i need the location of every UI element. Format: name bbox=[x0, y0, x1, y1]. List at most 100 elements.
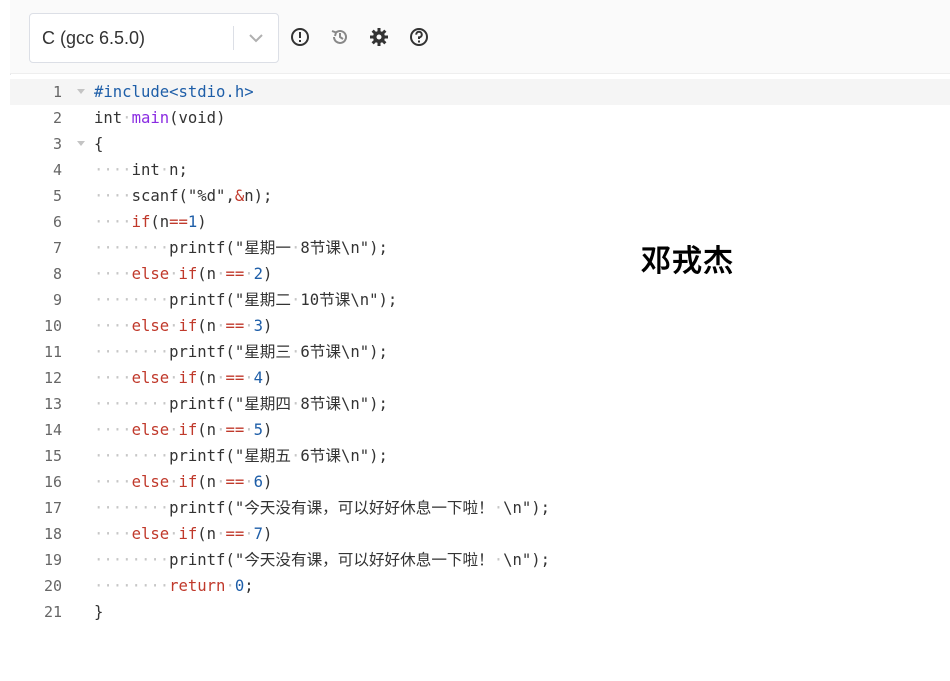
fold-slot bbox=[74, 183, 88, 209]
code-token: printf("星期三 bbox=[169, 343, 291, 361]
code-token: else bbox=[131, 525, 170, 543]
help-circle-icon[interactable] bbox=[408, 26, 430, 48]
code-token: · bbox=[159, 161, 170, 179]
code-token: ···· bbox=[94, 473, 132, 491]
code-token: n; bbox=[169, 161, 188, 179]
code-line[interactable]: ····else·if(n·==·6) bbox=[94, 469, 550, 495]
code-token: ; bbox=[244, 577, 254, 595]
line-number: 11 bbox=[43, 343, 62, 361]
code-token: (n bbox=[197, 473, 217, 491]
code-line[interactable]: #include<stdio.h> bbox=[94, 79, 550, 105]
code-line[interactable]: ········printf("星期一·8节课\n"); bbox=[94, 235, 550, 261]
fold-slot bbox=[74, 287, 88, 313]
code-token: · bbox=[169, 473, 179, 491]
code-line[interactable]: ····else·if(n·==·7) bbox=[94, 521, 550, 547]
code-line[interactable]: ········printf("星期五·6节课\n"); bbox=[94, 443, 550, 469]
line-number: 9 bbox=[52, 291, 62, 309]
code-token: · bbox=[291, 343, 301, 361]
history-icon[interactable] bbox=[329, 26, 351, 48]
fold-slot bbox=[74, 521, 88, 547]
line-number: 12 bbox=[43, 369, 62, 387]
code-token: (n bbox=[150, 213, 170, 231]
fold-arrow-icon[interactable] bbox=[74, 79, 88, 105]
code-line[interactable]: ····if(n==1) bbox=[94, 209, 550, 235]
code-token: ········ bbox=[94, 447, 170, 465]
chevron-down-icon[interactable] bbox=[234, 14, 278, 62]
code-token: == bbox=[169, 213, 188, 231]
code-token: else bbox=[131, 369, 170, 387]
fold-slot bbox=[74, 235, 88, 261]
code-token: if bbox=[178, 265, 198, 283]
code-line[interactable]: ····scanf("%d",&n); bbox=[94, 183, 550, 209]
line-number: 17 bbox=[43, 499, 62, 517]
code-line[interactable]: } bbox=[94, 599, 550, 625]
fold-slot bbox=[74, 391, 88, 417]
code-line[interactable]: ········return·0; bbox=[94, 573, 550, 599]
line-number: 10 bbox=[43, 317, 62, 335]
code-token: 5 bbox=[253, 421, 264, 439]
code-line[interactable]: ········printf("星期二·10节课\n"); bbox=[94, 287, 550, 313]
code-line[interactable]: int·main(void) bbox=[94, 105, 550, 131]
fold-slot bbox=[74, 443, 88, 469]
code-line[interactable]: ········printf("星期三·6节课\n"); bbox=[94, 339, 550, 365]
line-number-gutter: 1 2 3 4 5 6 7 8 9 10 11 12 13 14 15 16 17 18 19 20 21 bbox=[10, 79, 62, 625]
fold-slot bbox=[74, 339, 88, 365]
code-token: if bbox=[178, 421, 198, 439]
fold-slot bbox=[74, 547, 88, 573]
fold-slot bbox=[74, 417, 88, 443]
code-line[interactable]: ····else·if(n·==·5) bbox=[94, 417, 550, 443]
code-token: printf("今天没有课，可以好好休息一下啦！ bbox=[169, 551, 494, 569]
code-line[interactable]: ····else·if(n·==·2) bbox=[94, 261, 550, 287]
language-select[interactable]: C (gcc 6.5.0) bbox=[29, 13, 279, 63]
fold-arrow-icon[interactable] bbox=[74, 131, 88, 157]
line-number: 14 bbox=[43, 421, 62, 439]
code-line[interactable]: ····int·n; bbox=[94, 157, 550, 183]
code-token: if bbox=[178, 525, 198, 543]
fold-slot bbox=[74, 261, 88, 287]
code-token: if bbox=[178, 317, 198, 335]
code-token: printf("星期四 bbox=[169, 395, 291, 413]
code-token: · bbox=[244, 369, 254, 387]
code-token: · bbox=[291, 291, 301, 309]
code-token: #include<stdio.h> bbox=[94, 83, 254, 101]
code-line[interactable]: ········printf("今天没有课，可以好好休息一下啦！·\n"); bbox=[94, 547, 550, 573]
gear-icon[interactable] bbox=[368, 26, 390, 48]
code-token: scanf("%d", bbox=[131, 187, 235, 205]
code-token: · bbox=[291, 447, 301, 465]
code-token: ········ bbox=[94, 499, 170, 517]
code-token: ) bbox=[263, 421, 273, 439]
code-token: (n bbox=[197, 369, 217, 387]
code-content[interactable]: #include<stdio.h> int·main(void) { ····int·… bbox=[94, 79, 550, 625]
fold-slot bbox=[74, 469, 88, 495]
code-token: { bbox=[94, 135, 104, 153]
code-token: 4 bbox=[253, 369, 264, 387]
code-token: · bbox=[493, 551, 504, 569]
code-token: return bbox=[169, 577, 226, 595]
code-token: \n"); bbox=[503, 499, 551, 517]
code-token: ········ bbox=[94, 551, 170, 569]
code-token: (n bbox=[197, 317, 217, 335]
line-number: 4 bbox=[52, 161, 62, 179]
code-line[interactable]: ····else·if(n·==·4) bbox=[94, 365, 550, 391]
code-token: 3 bbox=[253, 317, 264, 335]
line-number: 21 bbox=[43, 603, 62, 621]
code-line[interactable]: ····else·if(n·==·3) bbox=[94, 313, 550, 339]
code-token: · bbox=[244, 265, 254, 283]
code-token: (n bbox=[197, 421, 217, 439]
code-line[interactable]: ········printf("今天没有课，可以好好休息一下啦！·\n"); bbox=[94, 495, 550, 521]
line-number: 2 bbox=[52, 109, 62, 127]
code-token: ···· bbox=[94, 421, 132, 439]
line-number: 8 bbox=[52, 265, 62, 283]
code-token: ········ bbox=[94, 395, 170, 413]
code-line[interactable]: ········printf("星期四·8节课\n"); bbox=[94, 391, 550, 417]
code-token: (n bbox=[197, 525, 217, 543]
code-token: 1 bbox=[187, 213, 198, 231]
code-editor[interactable]: 1 2 3 4 5 6 7 8 9 10 11 12 13 14 15 16 17 18 19 20 21 #inclu… bbox=[10, 75, 950, 681]
code-line[interactable]: { bbox=[94, 131, 550, 157]
line-number: 1 bbox=[52, 83, 62, 101]
line-number: 18 bbox=[43, 525, 62, 543]
info-circle-icon[interactable] bbox=[289, 26, 311, 48]
code-token: ) bbox=[263, 525, 273, 543]
language-select-value: C (gcc 6.5.0) bbox=[42, 27, 146, 48]
editor-toolbar: C (gcc 6.5.0) bbox=[10, 0, 950, 74]
